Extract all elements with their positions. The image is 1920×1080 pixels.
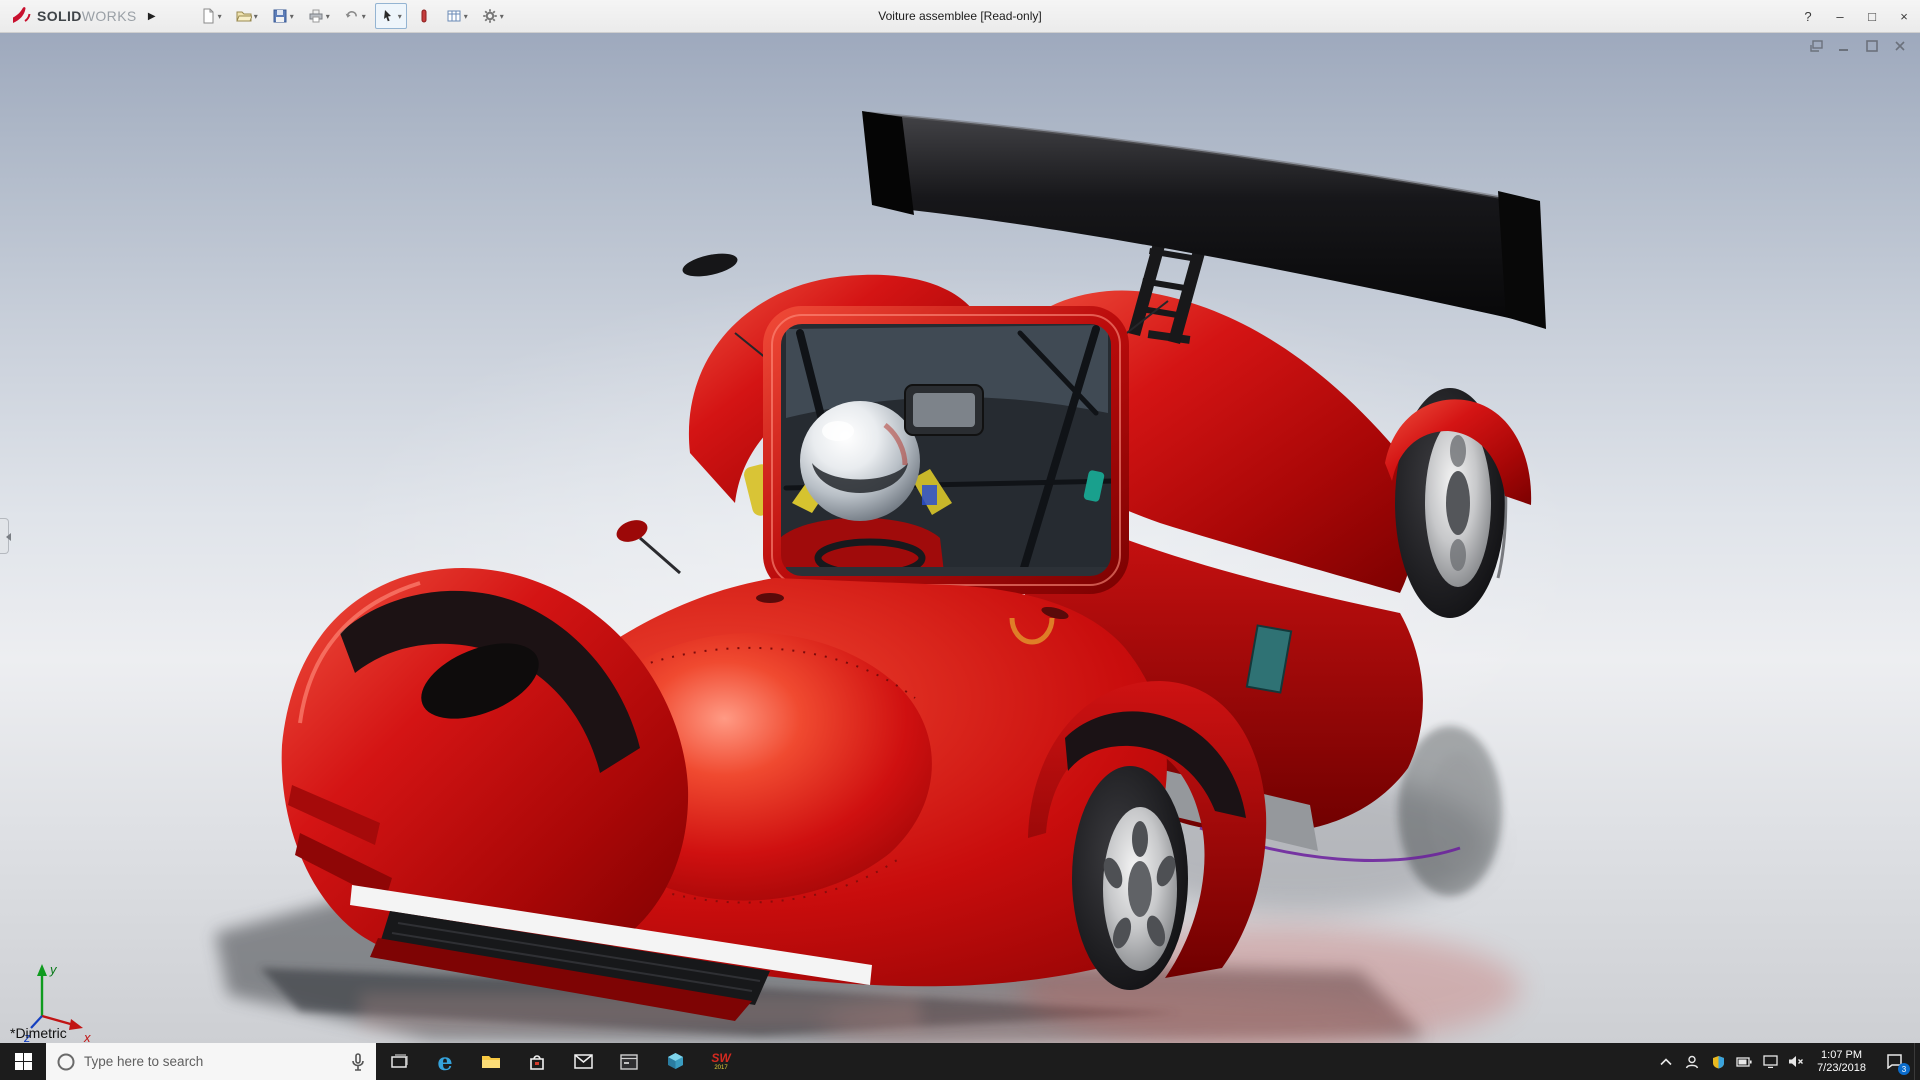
triad-y-label: y — [49, 962, 58, 977]
save-icon — [273, 9, 287, 23]
help-button[interactable]: ? — [1792, 0, 1824, 32]
options-button[interactable]: ▾ — [477, 3, 509, 29]
select-tool-button[interactable]: ▾ — [374, 3, 407, 29]
show-desktop-button[interactable] — [1914, 1043, 1920, 1080]
quick-access-toolbar: ▾ ▾ ▾ ▾ ▾ ▾ ▾ ▾ — [195, 3, 509, 29]
window-controls: ? – □ × — [1792, 0, 1920, 32]
shield-icon — [1712, 1055, 1724, 1068]
start-button[interactable] — [0, 1043, 46, 1080]
tray-user-button[interactable] — [1679, 1043, 1705, 1080]
cube-icon — [667, 1053, 683, 1069]
edge-button[interactable]: e — [422, 1043, 468, 1080]
color-swatch-icon — [421, 9, 427, 23]
taskbar-search[interactable] — [46, 1043, 376, 1080]
search-input[interactable] — [84, 1054, 342, 1069]
doc-close-icon[interactable] — [1890, 37, 1910, 55]
tray-clock[interactable]: 1:07 PM 7/23/2018 — [1809, 1043, 1874, 1080]
cortana-icon — [57, 1053, 75, 1070]
view-orientation-label: *Dimetric — [10, 1025, 67, 1041]
gear-icon — [482, 9, 497, 23]
network-icon — [1762, 1055, 1778, 1068]
microphone-icon[interactable] — [350, 1052, 366, 1071]
race-car-3d-render[interactable]: y x z — [0, 33, 1920, 1043]
solidworks-brand: SOLIDWORKS — [0, 5, 143, 27]
chevron-up-icon — [1660, 1057, 1672, 1065]
rear-wing — [862, 111, 1546, 329]
doc-float-icon[interactable] — [1806, 37, 1826, 55]
tray-battery-button[interactable] — [1731, 1043, 1757, 1080]
document-window-controls — [1806, 37, 1910, 55]
sheet-format-button[interactable]: ▾ — [441, 3, 473, 29]
ds-logo-icon — [13, 7, 31, 23]
close-button[interactable]: × — [1888, 0, 1920, 32]
store-bag-icon — [530, 1054, 544, 1070]
edrawings-button[interactable] — [652, 1043, 698, 1080]
graphics-viewport[interactable]: y x z *Dimetric — [0, 33, 1920, 1043]
doc-minimize-icon[interactable] — [1834, 37, 1854, 55]
minimize-button[interactable]: – — [1824, 0, 1856, 32]
front-right-wheel — [1072, 766, 1188, 990]
document-title: Voiture assemblee [Read-only] — [878, 9, 1042, 23]
cockpit — [744, 321, 1117, 585]
tray-network-button[interactable] — [1757, 1043, 1783, 1080]
file-explorer-button[interactable] — [468, 1043, 514, 1080]
tray-volume-button[interactable] — [1783, 1043, 1809, 1080]
brand-name: SOLIDWORKS — [37, 8, 137, 24]
save-button[interactable]: ▾ — [267, 3, 299, 29]
windows-logo-icon — [14, 1053, 32, 1070]
triad-x-label: x — [83, 1030, 91, 1043]
undo-button[interactable]: ▾ — [339, 3, 371, 29]
doc-maximize-icon[interactable] — [1862, 37, 1882, 55]
battery-icon — [1736, 1056, 1752, 1067]
app-titlebar: SOLIDWORKS ▶ ▾ ▾ ▾ ▾ ▾ ▾ ▾ ▾ Voiture ass… — [0, 0, 1920, 33]
tray-expand-button[interactable] — [1653, 1043, 1679, 1080]
new-document-icon — [203, 8, 214, 24]
app-window-icon — [620, 1053, 638, 1070]
tray-time: 1:07 PM — [1821, 1048, 1863, 1061]
file-explorer-icon — [482, 1055, 500, 1068]
print-icon — [309, 9, 323, 23]
print-button[interactable]: ▾ — [303, 3, 335, 29]
windows-taskbar: e SW 2 — [0, 1043, 1920, 1080]
tray-defender-button[interactable] — [1705, 1043, 1731, 1080]
maximize-button[interactable]: □ — [1856, 0, 1888, 32]
open-button[interactable]: ▾ — [231, 3, 263, 29]
store-button[interactable] — [514, 1043, 560, 1080]
open-folder-icon — [235, 11, 252, 22]
user-icon — [1685, 1055, 1699, 1068]
task-view-icon — [391, 1053, 408, 1068]
sheet-format-icon — [447, 10, 461, 22]
task-view-button[interactable] — [376, 1043, 422, 1080]
tray-date: 7/23/2018 — [1817, 1061, 1866, 1074]
action-center-button[interactable]: 3 — [1874, 1043, 1914, 1080]
app-window-button[interactable] — [606, 1043, 652, 1080]
speaker-muted-icon — [1789, 1056, 1804, 1067]
solidworks-app-icon: SW 2017 — [711, 1051, 731, 1071]
select-cursor-icon — [383, 10, 391, 22]
new-document-button[interactable]: ▾ — [195, 3, 227, 29]
undo-icon — [345, 11, 357, 18]
color-swatch-button[interactable] — [411, 3, 437, 29]
panel-collapse-handle[interactable] — [0, 517, 11, 554]
notification-badge: 3 — [1898, 1063, 1910, 1075]
system-tray: 1:07 PM 7/23/2018 3 — [1653, 1043, 1920, 1080]
mail-button[interactable] — [560, 1043, 606, 1080]
mail-icon — [573, 1054, 593, 1069]
menu-flyout-arrow[interactable]: ▶ — [143, 11, 161, 22]
edge-icon: e — [437, 1047, 453, 1076]
solidworks-app-button[interactable]: SW 2017 — [698, 1043, 744, 1080]
